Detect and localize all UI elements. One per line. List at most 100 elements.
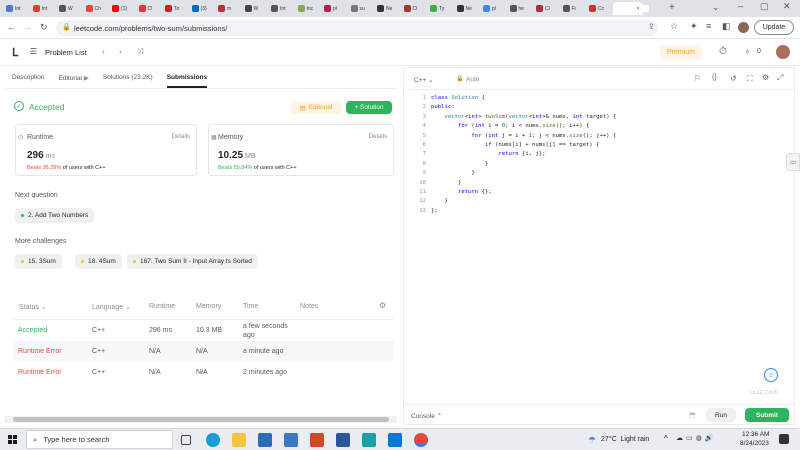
editor-settings-icon[interactable]: ⚙ [762, 73, 769, 82]
runtime-details-link[interactable]: Details [172, 134, 190, 140]
browser-tab[interactable]: W [56, 2, 81, 15]
challenge-chip[interactable]: 167. Two Sum II - Input Array Is Sorted [127, 254, 258, 269]
weather-text[interactable]: 27°C Light rain [601, 436, 649, 443]
browser-tab[interactable] [639, 2, 664, 15]
browser-tab[interactable]: To [162, 2, 187, 15]
feedback-icon[interactable]: ☺ [764, 368, 778, 382]
browser-tab[interactable]: su [348, 2, 373, 15]
editorial-button[interactable]: ▤ Editorial [290, 101, 342, 114]
layout-icon[interactable]: ⛶ [747, 74, 753, 84]
powerpoint-icon[interactable] [310, 433, 324, 447]
browser-tab[interactable]: Int [30, 2, 55, 15]
browser-tab[interactable]: C! [136, 2, 161, 15]
status-column-header[interactable]: Status ⌄ [19, 303, 47, 311]
word-icon[interactable] [336, 433, 350, 447]
browser-tab[interactable]: Cl [401, 2, 426, 15]
shuffle-icon[interactable]: ⤨ [137, 47, 143, 57]
app-icon[interactable] [362, 433, 376, 447]
task-view-icon[interactable] [181, 435, 191, 445]
settings-gear-icon[interactable]: ⚙ [379, 301, 386, 310]
language-select[interactable]: C++ ⌄ [414, 76, 434, 84]
browser-tab[interactable]: Ch [83, 2, 108, 15]
problem-list-link[interactable]: Problem List [45, 48, 87, 57]
fullscreen-icon[interactable]: ⤢ [777, 73, 783, 83]
edge-icon[interactable] [206, 433, 220, 447]
minimize-icon[interactable]: – [738, 2, 743, 11]
browser-tab[interactable]: (1) [109, 2, 134, 15]
language-column-header[interactable]: Language ⌄ [92, 303, 131, 311]
memory-card[interactable]: ▦ Memory Details 10.25 MB Beats 59.84% o… [208, 124, 394, 176]
scrollbar-thumb[interactable] [13, 417, 389, 422]
browser-tab[interactable]: Ne [454, 2, 479, 15]
horizontal-scrollbar[interactable] [5, 416, 397, 423]
timer-icon[interactable]: ⏱ [719, 46, 727, 57]
update-button[interactable]: Update [754, 20, 794, 35]
table-row[interactable]: Runtime Error C++ N/A N/A a minute ago [13, 341, 394, 361]
tray-icons[interactable]: ☁▭◍🔊 [676, 434, 716, 442]
bookmark-icon[interactable]: ⚐ [694, 74, 701, 83]
submit-button[interactable]: Submit [745, 408, 789, 422]
browser-tab[interactable]: Cc [586, 2, 611, 15]
challenge-chip[interactable]: 18. 4Sum [75, 254, 122, 269]
solution-button[interactable]: + Solution [346, 101, 392, 114]
browser-tab[interactable]: W [242, 2, 267, 15]
console-toggle[interactable]: Console ⌃ [411, 412, 442, 420]
extensions-icon[interactable]: ✦ [690, 22, 698, 31]
reload-icon[interactable]: ↻ [40, 23, 48, 32]
chrome-icon[interactable] [414, 433, 428, 447]
notification-icon[interactable] [779, 434, 789, 444]
browser-tab[interactable]: pl [480, 2, 505, 15]
mail-icon[interactable] [258, 433, 272, 447]
browser-tab[interactable]: pl [321, 2, 346, 15]
challenge-chip[interactable]: 15. 3Sum [15, 254, 62, 269]
browser-tab[interactable]: Int [268, 2, 293, 15]
browser-tab[interactable]: m [215, 2, 240, 15]
tab-search-icon[interactable]: ⌄ [712, 3, 720, 12]
profile-avatar[interactable] [738, 22, 749, 33]
reading-list-icon[interactable]: ≡ [706, 22, 711, 31]
browser-tab[interactable]: (3) [189, 2, 214, 15]
runtime-card[interactable]: ◷ Runtime Details 296 ms Beats 36.39% of… [15, 124, 197, 176]
taskbar-search-box[interactable]: ⌕ Type here to search [26, 430, 173, 449]
photos-icon[interactable] [284, 433, 298, 447]
next-question-chip[interactable]: 2. Add Two Numbers [15, 208, 95, 223]
new-tab-icon[interactable]: + [669, 3, 675, 13]
leetcode-logo-icon[interactable]: ᒪ [12, 46, 22, 59]
format-braces-icon[interactable]: {} [712, 74, 717, 81]
browser-tab[interactable]: Ty [427, 2, 452, 15]
memory-details-link[interactable]: Details [369, 134, 387, 140]
tab-editorial[interactable]: Editorial ▶ [59, 74, 89, 82]
reset-code-icon[interactable]: ↺ [730, 74, 737, 83]
clock-date[interactable]: 8/24/2023 [740, 440, 769, 447]
close-window-icon[interactable]: ✕ [783, 2, 791, 11]
next-problem-icon[interactable]: › [119, 47, 122, 56]
file-explorer-icon[interactable] [232, 433, 246, 447]
vscode-icon[interactable] [388, 433, 402, 447]
share-icon[interactable]: ⇪ [648, 23, 655, 31]
table-row[interactable]: Accepted C++ 296 ms 10.3 MB a few second… [13, 319, 394, 340]
streak-icon[interactable]: ♁ [744, 46, 751, 56]
forward-icon[interactable]: → [23, 23, 32, 32]
sidepanel-icon[interactable]: ◧ [722, 22, 731, 31]
browser-tab[interactable]: Cl [533, 2, 558, 15]
browser-tab[interactable]: Inc [295, 2, 320, 15]
browser-tab[interactable]: Fi [560, 2, 585, 15]
table-row[interactable]: Runtime Error C++ N/A N/A 2 minutes ago [13, 362, 394, 382]
user-avatar[interactable] [776, 45, 790, 59]
tray-chevron-icon[interactable]: ^ [664, 434, 668, 443]
tab-solutions[interactable]: Solutions (23.2K) [103, 74, 153, 81]
windows-start-icon[interactable] [8, 435, 17, 444]
upload-icon[interactable]: ⬒ [689, 411, 696, 419]
address-bar[interactable]: 🔒 leetcode.com/problems/two-sum/submissi… [56, 20, 658, 36]
side-panel-tab-icon[interactable]: ▭ [786, 153, 800, 171]
browser-tab-active[interactable]: × [612, 2, 643, 15]
tab-submissions[interactable]: Submissions [166, 74, 208, 88]
clock-time[interactable]: 12:36 AM [742, 431, 769, 438]
browser-tab[interactable]: he [507, 2, 532, 15]
back-icon[interactable]: ← [7, 23, 16, 32]
code-area[interactable]: class Solution {public: vector<int> twoS… [431, 94, 781, 216]
prev-problem-icon[interactable]: ‹ [102, 47, 105, 56]
browser-tab[interactable]: Int [3, 2, 28, 15]
premium-button[interactable]: Premium [660, 45, 702, 60]
bookmark-star-icon[interactable]: ☆ [670, 22, 678, 31]
